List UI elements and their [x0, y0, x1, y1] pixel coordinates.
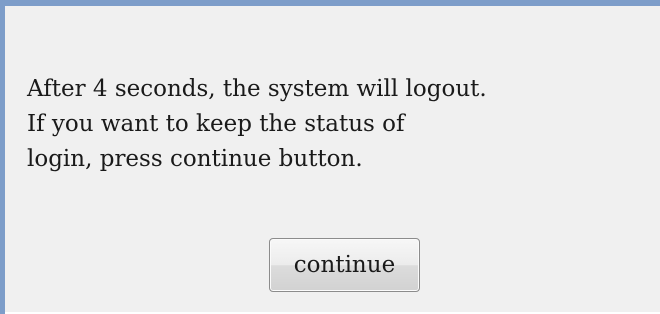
- message-line-1: After 4 seconds, the system will logout.: [27, 76, 487, 102]
- logout-message: After 4 seconds, the system will logout.…: [27, 72, 487, 177]
- message-line-2: If you want to keep the status of: [27, 111, 405, 137]
- message-line-3: login, press continue button.: [27, 146, 363, 172]
- logout-warning-dialog: After 4 seconds, the system will logout.…: [0, 0, 660, 314]
- continue-button[interactable]: continue: [269, 238, 420, 292]
